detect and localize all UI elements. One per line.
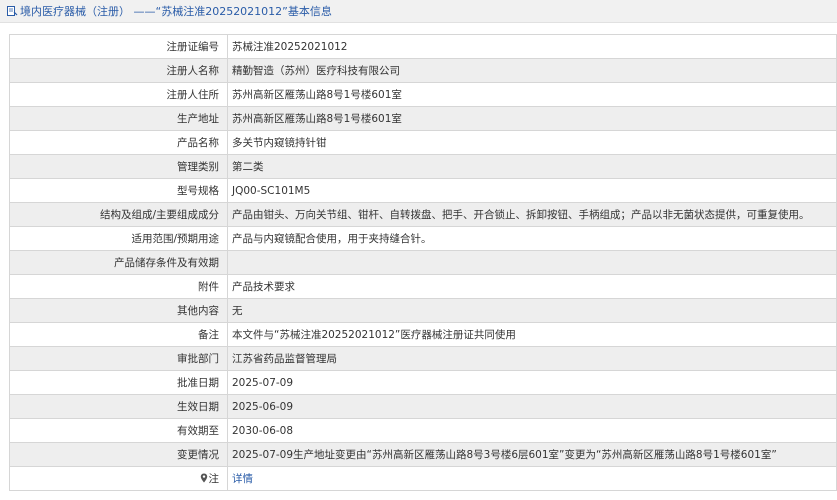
- row-label: 有效期至: [9, 418, 228, 443]
- table-row: 产品储存条件及有效期: [9, 250, 837, 275]
- table-row: 注册人住所 苏州高新区雁荡山路8号1号楼601室: [9, 82, 837, 107]
- page-title: 境内医疗器械（注册） ——“苏械注准20252021012”基本信息: [20, 5, 332, 18]
- table-row: 生产地址 苏州高新区雁荡山路8号1号楼601室: [9, 106, 837, 131]
- row-label: 生产地址: [9, 106, 228, 131]
- row-value: JQ00-SC101M5: [227, 178, 837, 203]
- row-label: 结构及组成/主要组成成分: [9, 202, 228, 227]
- row-value: 2025-06-09: [227, 394, 837, 419]
- table-row: 适用范围/预期用途 产品与内窥镜配合使用，用于夹持缝合针。: [9, 226, 837, 251]
- row-label: 管理类别: [9, 154, 228, 179]
- row-value: 2025-07-09生产地址变更由“苏州高新区雁荡山路8号3号楼6层601室”变…: [227, 442, 837, 467]
- table-row: 有效期至 2030-06-08: [9, 418, 837, 443]
- row-value: 产品与内窥镜配合使用，用于夹持缝合针。: [227, 226, 837, 251]
- table-row: 批准日期 2025-07-09: [9, 370, 837, 395]
- details-link[interactable]: 详情: [232, 473, 253, 485]
- row-value: 2030-06-08: [227, 418, 837, 443]
- row-label: 型号规格: [9, 178, 228, 203]
- row-label: 适用范围/预期用途: [9, 226, 228, 251]
- row-label: 生效日期: [9, 394, 228, 419]
- table-row: 产品名称 多关节内窥镜持针钳: [9, 130, 837, 155]
- row-value: 产品由钳头、万向关节组、钳杆、自转拨盘、把手、开合锁止、拆卸按钮、手柄组成；产品…: [227, 202, 837, 227]
- row-value: 2025-07-09: [227, 370, 837, 395]
- info-table: 注册证编号 苏械注准20252021012 注册人名称 精勤智造（苏州）医疗科技有限…: [9, 34, 837, 491]
- row-label: 产品名称: [9, 130, 228, 155]
- row-label: 变更情况: [9, 442, 228, 467]
- table-row: 注册证编号 苏械注准20252021012: [9, 34, 837, 59]
- row-value: 苏械注准20252021012: [227, 34, 837, 59]
- table-row: 生效日期 2025-06-09: [9, 394, 837, 419]
- row-label: 其他内容: [9, 298, 228, 323]
- row-value: [227, 250, 837, 275]
- row-value: 无: [227, 298, 837, 323]
- row-value: 本文件与“苏械注准20252021012”医疗器械注册证共同使用: [227, 322, 837, 347]
- note-label: 注: [208, 473, 220, 485]
- row-label: 注册人住所: [9, 82, 228, 107]
- table-row: 管理类别 第二类: [9, 154, 837, 179]
- table-row: 注册人名称 精勤智造（苏州）医疗科技有限公司: [9, 58, 837, 83]
- table-row: 附件 产品技术要求: [9, 274, 837, 299]
- page-header: 境内医疗器械（注册） ——“苏械注准20252021012”基本信息: [0, 0, 837, 23]
- row-label: 审批部门: [9, 346, 228, 371]
- note-row: 注 详情: [9, 466, 837, 491]
- row-value: 江苏省药品监督管理局: [227, 346, 837, 371]
- table-row: 变更情况 2025-07-09生产地址变更由“苏州高新区雁荡山路8号3号楼6层60…: [9, 442, 837, 467]
- document-icon: [7, 6, 18, 16]
- row-label: 备注: [9, 322, 228, 347]
- table-row: 审批部门 江苏省药品监督管理局: [9, 346, 837, 371]
- row-value: 苏州高新区雁荡山路8号1号楼601室: [227, 106, 837, 131]
- note-value-cell: 详情: [227, 466, 837, 491]
- row-value: 精勤智造（苏州）医疗科技有限公司: [227, 58, 837, 83]
- row-value: 多关节内窥镜持针钳: [227, 130, 837, 155]
- table-row: 结构及组成/主要组成成分 产品由钳头、万向关节组、钳杆、自转拨盘、把手、开合锁止、…: [9, 202, 837, 227]
- row-value: 第二类: [227, 154, 837, 179]
- row-value: 产品技术要求: [227, 274, 837, 299]
- row-label: 附件: [9, 274, 228, 299]
- table-row: 备注 本文件与“苏械注准20252021012”医疗器械注册证共同使用: [9, 322, 837, 347]
- pin-icon: [200, 473, 207, 483]
- row-label: 注册证编号: [9, 34, 228, 59]
- note-label-cell: 注: [9, 466, 228, 491]
- table-row: 型号规格 JQ00-SC101M5: [9, 178, 837, 203]
- row-label: 注册人名称: [9, 58, 228, 83]
- row-label: 产品储存条件及有效期: [9, 250, 228, 275]
- row-value: 苏州高新区雁荡山路8号1号楼601室: [227, 82, 837, 107]
- table-row: 其他内容无: [9, 298, 837, 323]
- row-label: 批准日期: [9, 370, 228, 395]
